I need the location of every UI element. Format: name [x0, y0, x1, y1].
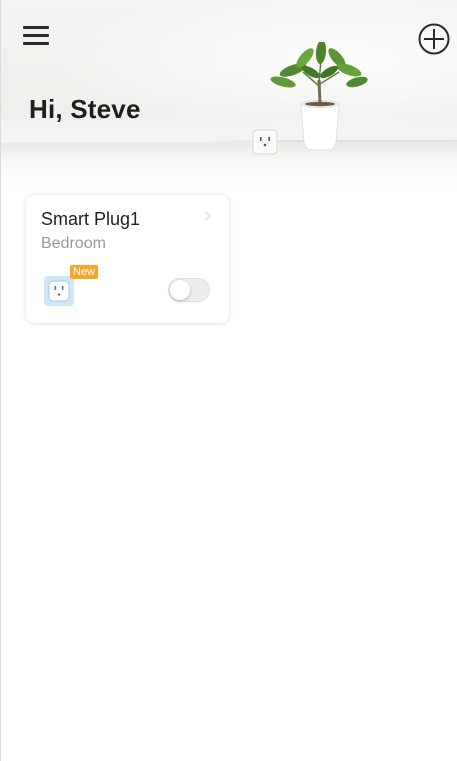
menu-bar-middle	[23, 34, 49, 37]
menu-bar-bottom	[23, 42, 49, 45]
menu-button[interactable]	[23, 24, 51, 48]
chevron-right-icon	[204, 210, 212, 222]
add-device-button[interactable]	[417, 22, 451, 56]
home-screen: Hi, Steve Smart Plug1 Bedroom New	[0, 0, 457, 761]
device-card[interactable]: Smart Plug1 Bedroom New	[26, 195, 229, 323]
power-toggle[interactable]	[168, 278, 210, 302]
greeting-title: Hi, Steve	[29, 94, 141, 124]
wall-background	[1, 0, 457, 150]
shelf-surface	[1, 142, 457, 188]
hero-banner: Hi, Steve	[1, 0, 457, 188]
toggle-knob	[170, 280, 190, 300]
smart-plug-icon	[44, 276, 74, 306]
new-badge: New	[70, 265, 99, 279]
device-room: Bedroom	[41, 235, 106, 252]
device-name: Smart Plug1	[41, 209, 141, 229]
menu-bar-top	[23, 26, 49, 29]
hero-smart-plug-image	[252, 129, 278, 155]
